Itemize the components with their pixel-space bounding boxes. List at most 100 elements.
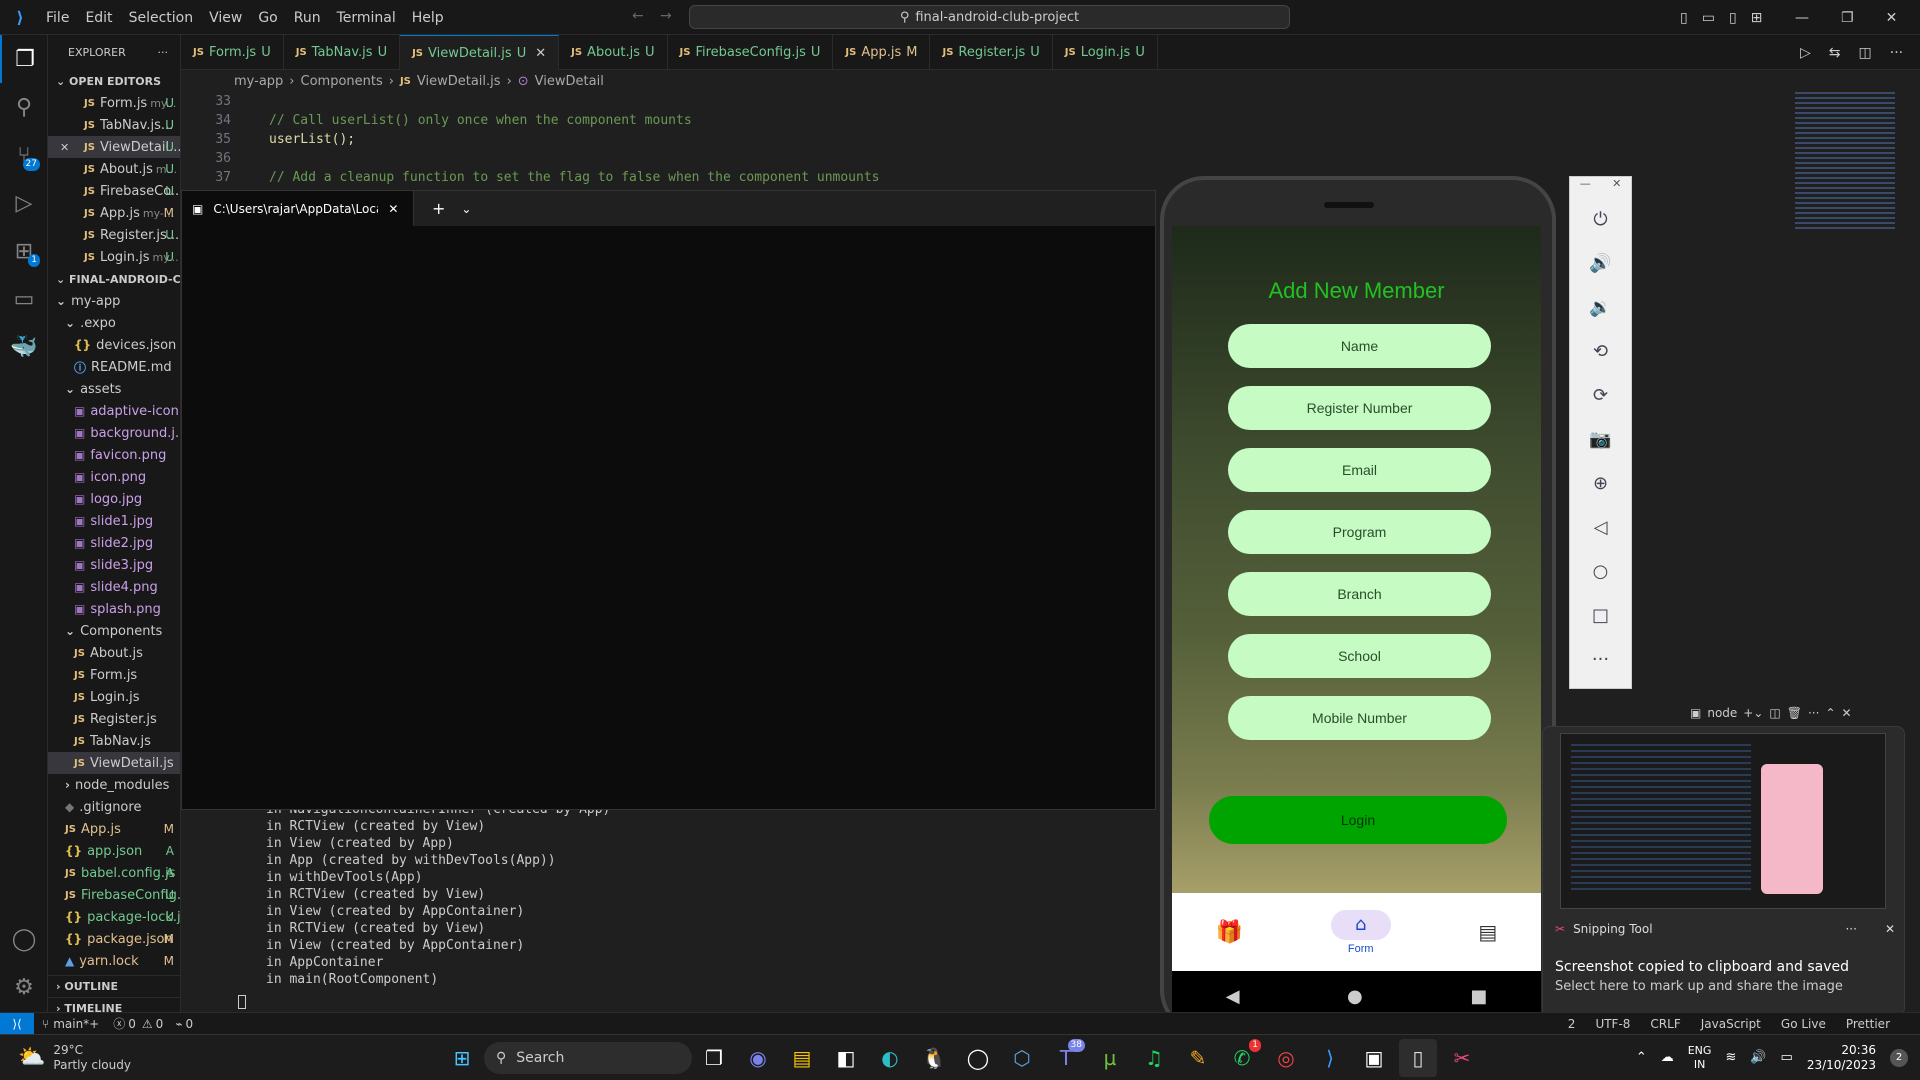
tab-login-js[interactable]: JS Login.js U	[1053, 35, 1158, 70]
menu-selection[interactable]: Selection	[121, 10, 202, 26]
nav-back-icon[interactable]: ←	[632, 8, 644, 24]
file-item[interactable]: ▣ adaptive-icon...	[48, 400, 180, 422]
more-icon[interactable]: ···	[1808, 706, 1819, 720]
run-icon[interactable]: ▷	[1800, 45, 1811, 61]
branch-name[interactable]: main*+	[53, 1017, 99, 1031]
email-input[interactable]: Email	[1228, 448, 1491, 492]
prettier[interactable]: Prettier	[1846, 1017, 1890, 1031]
close-window-button[interactable]: ✕	[1886, 10, 1898, 26]
file-item[interactable]: {} package.json M	[48, 928, 180, 950]
tab-app-js[interactable]: JS App.js M	[833, 35, 931, 70]
onedrive-cloud-icon[interactable]: ☁	[1661, 1050, 1674, 1065]
home-circle-icon[interactable]: ●	[1347, 986, 1363, 1007]
close-tab-icon[interactable]: ✕	[535, 46, 546, 61]
file-item[interactable]: ▣ slide2.jpg	[48, 532, 180, 554]
folder-item[interactable]: › node_modules	[48, 774, 180, 796]
breadcrumb-item[interactable]: ViewDetail.js	[417, 74, 501, 89]
remote-explorer-icon[interactable]: ▭	[0, 275, 48, 323]
chevron-down-icon[interactable]: ⌄	[461, 202, 471, 216]
nav-forward-icon[interactable]: →	[660, 8, 672, 24]
vscode-icon[interactable]: ⟩	[1311, 1039, 1349, 1077]
register-number-input[interactable]: Register Number	[1228, 386, 1491, 430]
outline-header[interactable]: › OUTLINE	[48, 975, 180, 997]
close-icon[interactable]: ✕	[1885, 922, 1895, 936]
menu-terminal[interactable]: Terminal	[329, 10, 404, 26]
split-editor-icon[interactable]: ◫	[1859, 45, 1872, 61]
file-item[interactable]: JS App.js M	[48, 818, 180, 840]
screenshot-thumbnail[interactable]	[1560, 733, 1886, 909]
open-editor-item[interactable]: JS Login.js my... U	[48, 246, 180, 268]
trash-icon[interactable]: 🗑	[1787, 706, 1802, 720]
teams-icon[interactable]: T 38	[1047, 1038, 1085, 1077]
menu-help[interactable]: Help	[404, 10, 452, 26]
go-live[interactable]: Go Live	[1781, 1017, 1826, 1031]
file-item[interactable]: ▣ logo.jpg	[48, 488, 180, 510]
restore-button[interactable]: ❐	[1841, 10, 1854, 26]
tab-form-js[interactable]: JS Form.js U	[181, 35, 284, 70]
menu-view[interactable]: View	[201, 10, 250, 26]
close-icon[interactable]: ✕	[60, 141, 69, 154]
toggle-sidebar-icon[interactable]: ▯	[1680, 10, 1688, 26]
volume-up-icon[interactable]: 🔊	[1579, 241, 1623, 285]
back-triangle-icon[interactable]: ◁	[1579, 505, 1623, 549]
open-editor-item[interactable]: JS Register.js... U	[48, 224, 180, 246]
encoding[interactable]: UTF-8	[1595, 1017, 1630, 1031]
rotate-right-icon[interactable]: ⟳	[1579, 373, 1623, 417]
folder-item[interactable]: ⌄ assets	[48, 378, 180, 400]
explorer-icon[interactable]: ❐	[0, 35, 48, 83]
cursor-position[interactable]: 2	[1568, 1017, 1576, 1031]
clock[interactable]: 20:36 23/10/2023	[1807, 1043, 1876, 1073]
chevron-up-icon[interactable]: ⌃	[1636, 1050, 1647, 1065]
settings-gear-icon[interactable]: ⚙	[0, 963, 48, 1011]
weather-widget[interactable]: ⛅ 29°C Partly cloudy	[0, 1043, 440, 1073]
tab-viewdetail-js[interactable]: JS ViewDetail.js U ✕	[400, 35, 560, 70]
open-editor-item[interactable]: ✕ JS ViewDetail... U	[48, 136, 180, 158]
taskbar-search[interactable]: ⚲ Search	[484, 1041, 692, 1074]
edge-icon[interactable]: ◐	[871, 1039, 909, 1077]
run-debug-icon[interactable]: ▷	[0, 179, 48, 227]
volume-down-icon[interactable]: 🔉	[1579, 285, 1623, 329]
back-icon[interactable]: ◀	[1226, 986, 1240, 1007]
recents-icon[interactable]: ■	[1470, 986, 1487, 1007]
school-input[interactable]: School	[1228, 634, 1491, 678]
open-editor-item[interactable]: JS App.js my-... M	[48, 202, 180, 224]
menu-edit[interactable]: Edit	[77, 10, 120, 26]
close-icon[interactable]: ✕	[1612, 177, 1621, 197]
file-item[interactable]: ▣ slide3.jpg	[48, 554, 180, 576]
extensions-icon[interactable]: ⊞ 1	[0, 227, 48, 275]
tab-register-js[interactable]: JS Register.js U	[930, 35, 1053, 70]
tab-about-js[interactable]: JS About.js U	[559, 35, 668, 70]
snipping-tool-icon[interactable]: ✂	[1443, 1039, 1481, 1077]
add-terminal-icon[interactable]: +⌄	[1743, 706, 1763, 720]
accounts-icon[interactable]: ◯	[0, 915, 48, 963]
code-editor[interactable]: 33 34 // Call userList() only once when t…	[181, 92, 1781, 185]
menu-run[interactable]: Run	[286, 10, 329, 26]
more-actions-icon[interactable]: ···	[158, 46, 169, 59]
file-item[interactable]: ▣ slide1.jpg	[48, 510, 180, 532]
language-indicator[interactable]: ENG IN	[1688, 1044, 1712, 1072]
file-item[interactable]: {} devices.json	[48, 334, 180, 356]
file-item[interactable]: ▣ background.j...	[48, 422, 180, 444]
program-input[interactable]: Program	[1228, 510, 1491, 554]
rotate-left-icon[interactable]: ⟲	[1579, 329, 1623, 373]
whatsapp-icon[interactable]: ✆ 1	[1223, 1038, 1261, 1077]
folder-item[interactable]: ⌄ .expo	[48, 312, 180, 334]
file-item[interactable]: ▣ slide4.png	[48, 576, 180, 598]
file-item[interactable]: ▣ splash.png	[48, 598, 180, 620]
notification-count[interactable]: 2	[1890, 1048, 1908, 1067]
file-item[interactable]: ◆ .gitignore	[48, 796, 180, 818]
docker-icon[interactable]: 🐳	[0, 323, 48, 371]
file-item[interactable]: JS TabNav.js	[48, 730, 180, 752]
split-terminal-icon[interactable]: ◫	[1769, 706, 1780, 720]
windows-terminal-window[interactable]: ▣ C:\Users\rajar\AppData\Local ✕ + ⌄	[181, 190, 1156, 810]
open-editor-item[interactable]: JS FirebaseCo... U	[48, 180, 180, 202]
file-item[interactable]: JS babel.config.js A	[48, 862, 180, 884]
minimize-icon[interactable]: —	[1580, 177, 1591, 197]
spotify-icon[interactable]: ♫	[1135, 1039, 1173, 1077]
more-icon[interactable]: ···	[1890, 45, 1903, 61]
error-count[interactable]: 0	[128, 1017, 136, 1031]
breadcrumb-item[interactable]: Components	[301, 74, 383, 89]
login-button[interactable]: Login	[1209, 796, 1507, 844]
file-item[interactable]: JS Register.js	[48, 708, 180, 730]
source-control-icon[interactable]: ⑂ 27	[0, 131, 48, 179]
